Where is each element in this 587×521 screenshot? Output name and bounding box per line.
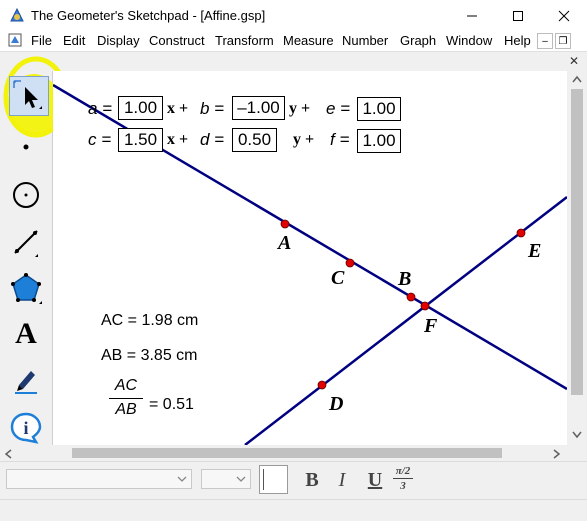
- label-c[interactable]: C: [331, 267, 344, 290]
- ratio-fraction[interactable]: AC AB: [109, 377, 143, 419]
- a-label: a =: [88, 99, 113, 118]
- maximize-button[interactable]: [495, 0, 541, 31]
- doc-restore-button[interactable]: ❐: [555, 33, 571, 49]
- horizontal-scrollbar[interactable]: [0, 445, 567, 461]
- symbol-numerator: π/2: [395, 465, 411, 477]
- text-color-button[interactable]: [259, 465, 288, 494]
- b-value-box[interactable]: –1.00: [232, 96, 285, 120]
- text-tool-glyph: A: [15, 317, 37, 350]
- menu-transform[interactable]: Transform: [215, 33, 274, 48]
- a-value-box[interactable]: 1.00: [118, 96, 163, 120]
- doc-minimize-button[interactable]: –: [537, 33, 553, 49]
- menu-number[interactable]: Number: [342, 33, 388, 48]
- ratio-numerator: AC: [114, 377, 138, 394]
- compass-tool[interactable]: [3, 172, 49, 218]
- c-label: c =: [88, 130, 112, 149]
- label-f[interactable]: F: [424, 315, 437, 338]
- label-a[interactable]: A: [278, 232, 291, 255]
- font-family-select[interactable]: [6, 469, 192, 489]
- point-a[interactable]: [280, 219, 290, 229]
- label-d[interactable]: D: [329, 393, 343, 416]
- y-plus-1: y +: [289, 100, 311, 117]
- scroll-down-icon[interactable]: [572, 431, 582, 439]
- chevron-down-icon: [177, 476, 187, 482]
- straightedge-tool[interactable]: [3, 219, 49, 265]
- marker-icon: [15, 371, 37, 394]
- vertical-scroll-thumb[interactable]: [571, 89, 583, 395]
- underline-button[interactable]: U: [362, 465, 388, 495]
- close-icon: [558, 10, 570, 21]
- minimize-icon: [467, 15, 477, 16]
- menu-measure[interactable]: Measure: [283, 33, 334, 48]
- f-value-box[interactable]: 1.00: [357, 129, 401, 153]
- point-b[interactable]: [406, 292, 416, 302]
- information-icon: i: [10, 412, 42, 444]
- font-size-select[interactable]: [201, 469, 251, 489]
- status-bar: [0, 499, 587, 521]
- menu-display[interactable]: Display: [97, 33, 140, 48]
- chevron-down-icon: [236, 476, 246, 482]
- color-swatch-icon: [263, 469, 264, 490]
- vertical-scrollbar[interactable]: [567, 71, 587, 445]
- f-label: f =: [330, 130, 350, 149]
- symbol-denominator: 3: [400, 480, 406, 492]
- label-e[interactable]: E: [528, 240, 541, 263]
- b-label: b =: [200, 99, 225, 118]
- x-plus-2: x +: [167, 131, 189, 148]
- menu-help[interactable]: Help: [504, 33, 531, 48]
- point-tool[interactable]: [3, 124, 49, 170]
- menu-construct[interactable]: Construct: [149, 33, 205, 48]
- measurement-ab[interactable]: AB = 3.85 cm: [101, 347, 198, 365]
- scroll-corner: [567, 445, 587, 461]
- marker-tool[interactable]: [3, 357, 49, 403]
- window-title: The Geometer's Sketchpad - [Affine.gsp]: [31, 8, 266, 23]
- scroll-right-icon[interactable]: [553, 449, 561, 459]
- selection-arrow-icon: [13, 80, 42, 109]
- point-d[interactable]: [317, 380, 327, 390]
- d-value-box[interactable]: 0.50: [232, 128, 277, 152]
- math-symbol-button[interactable]: π/2 3: [391, 465, 415, 495]
- menu-edit[interactable]: Edit: [63, 33, 85, 48]
- selection-arrow-tool[interactable]: [9, 76, 49, 116]
- panel-close-button[interactable]: ✕: [569, 54, 579, 68]
- sketchpad-app-icon: [9, 7, 25, 24]
- label-b[interactable]: B: [398, 268, 411, 291]
- text-tool[interactable]: A: [3, 311, 49, 357]
- info-glyph: i: [23, 418, 28, 438]
- sketch-canvas[interactable]: a = 1.00 x + b = –1.00 y + e = 1.00 c = …: [53, 71, 567, 445]
- e-value-box[interactable]: 1.00: [357, 97, 401, 121]
- x-plus-1: x +: [167, 100, 189, 117]
- point-f[interactable]: [420, 301, 430, 311]
- horizontal-scroll-thumb[interactable]: [72, 448, 502, 458]
- symbol-fraction-bar: [393, 478, 413, 479]
- minimize-button[interactable]: [449, 0, 495, 31]
- maximize-icon: [513, 10, 523, 21]
- italic-button[interactable]: I: [329, 465, 355, 495]
- point-icon: [23, 144, 29, 150]
- menu-file[interactable]: File: [31, 33, 52, 48]
- compass-icon: [13, 182, 39, 208]
- e-label: e =: [326, 99, 351, 118]
- menu-window[interactable]: Window: [446, 33, 492, 48]
- fraction-bar: [109, 398, 143, 399]
- y-plus-2: y +: [293, 131, 315, 148]
- ratio-denominator: AB: [115, 401, 137, 418]
- polygon-tool[interactable]: [3, 265, 49, 311]
- point-e[interactable]: [516, 228, 526, 238]
- c-value-box[interactable]: 1.50: [118, 128, 163, 152]
- ratio-value: = 0.51: [149, 396, 194, 413]
- document-icon[interactable]: [8, 33, 22, 47]
- scroll-left-icon[interactable]: [4, 449, 12, 459]
- straightedge-icon: [14, 230, 38, 257]
- panel-strip: [0, 51, 587, 72]
- polygon-icon: [11, 273, 42, 304]
- close-button[interactable]: [541, 0, 587, 31]
- bold-button[interactable]: B: [299, 465, 325, 495]
- measurement-ac[interactable]: AC = 1.98 cm: [101, 312, 198, 330]
- menu-graph[interactable]: Graph: [400, 33, 436, 48]
- scroll-up-icon[interactable]: [572, 75, 582, 83]
- point-c[interactable]: [345, 258, 355, 268]
- d-label: d =: [200, 130, 225, 149]
